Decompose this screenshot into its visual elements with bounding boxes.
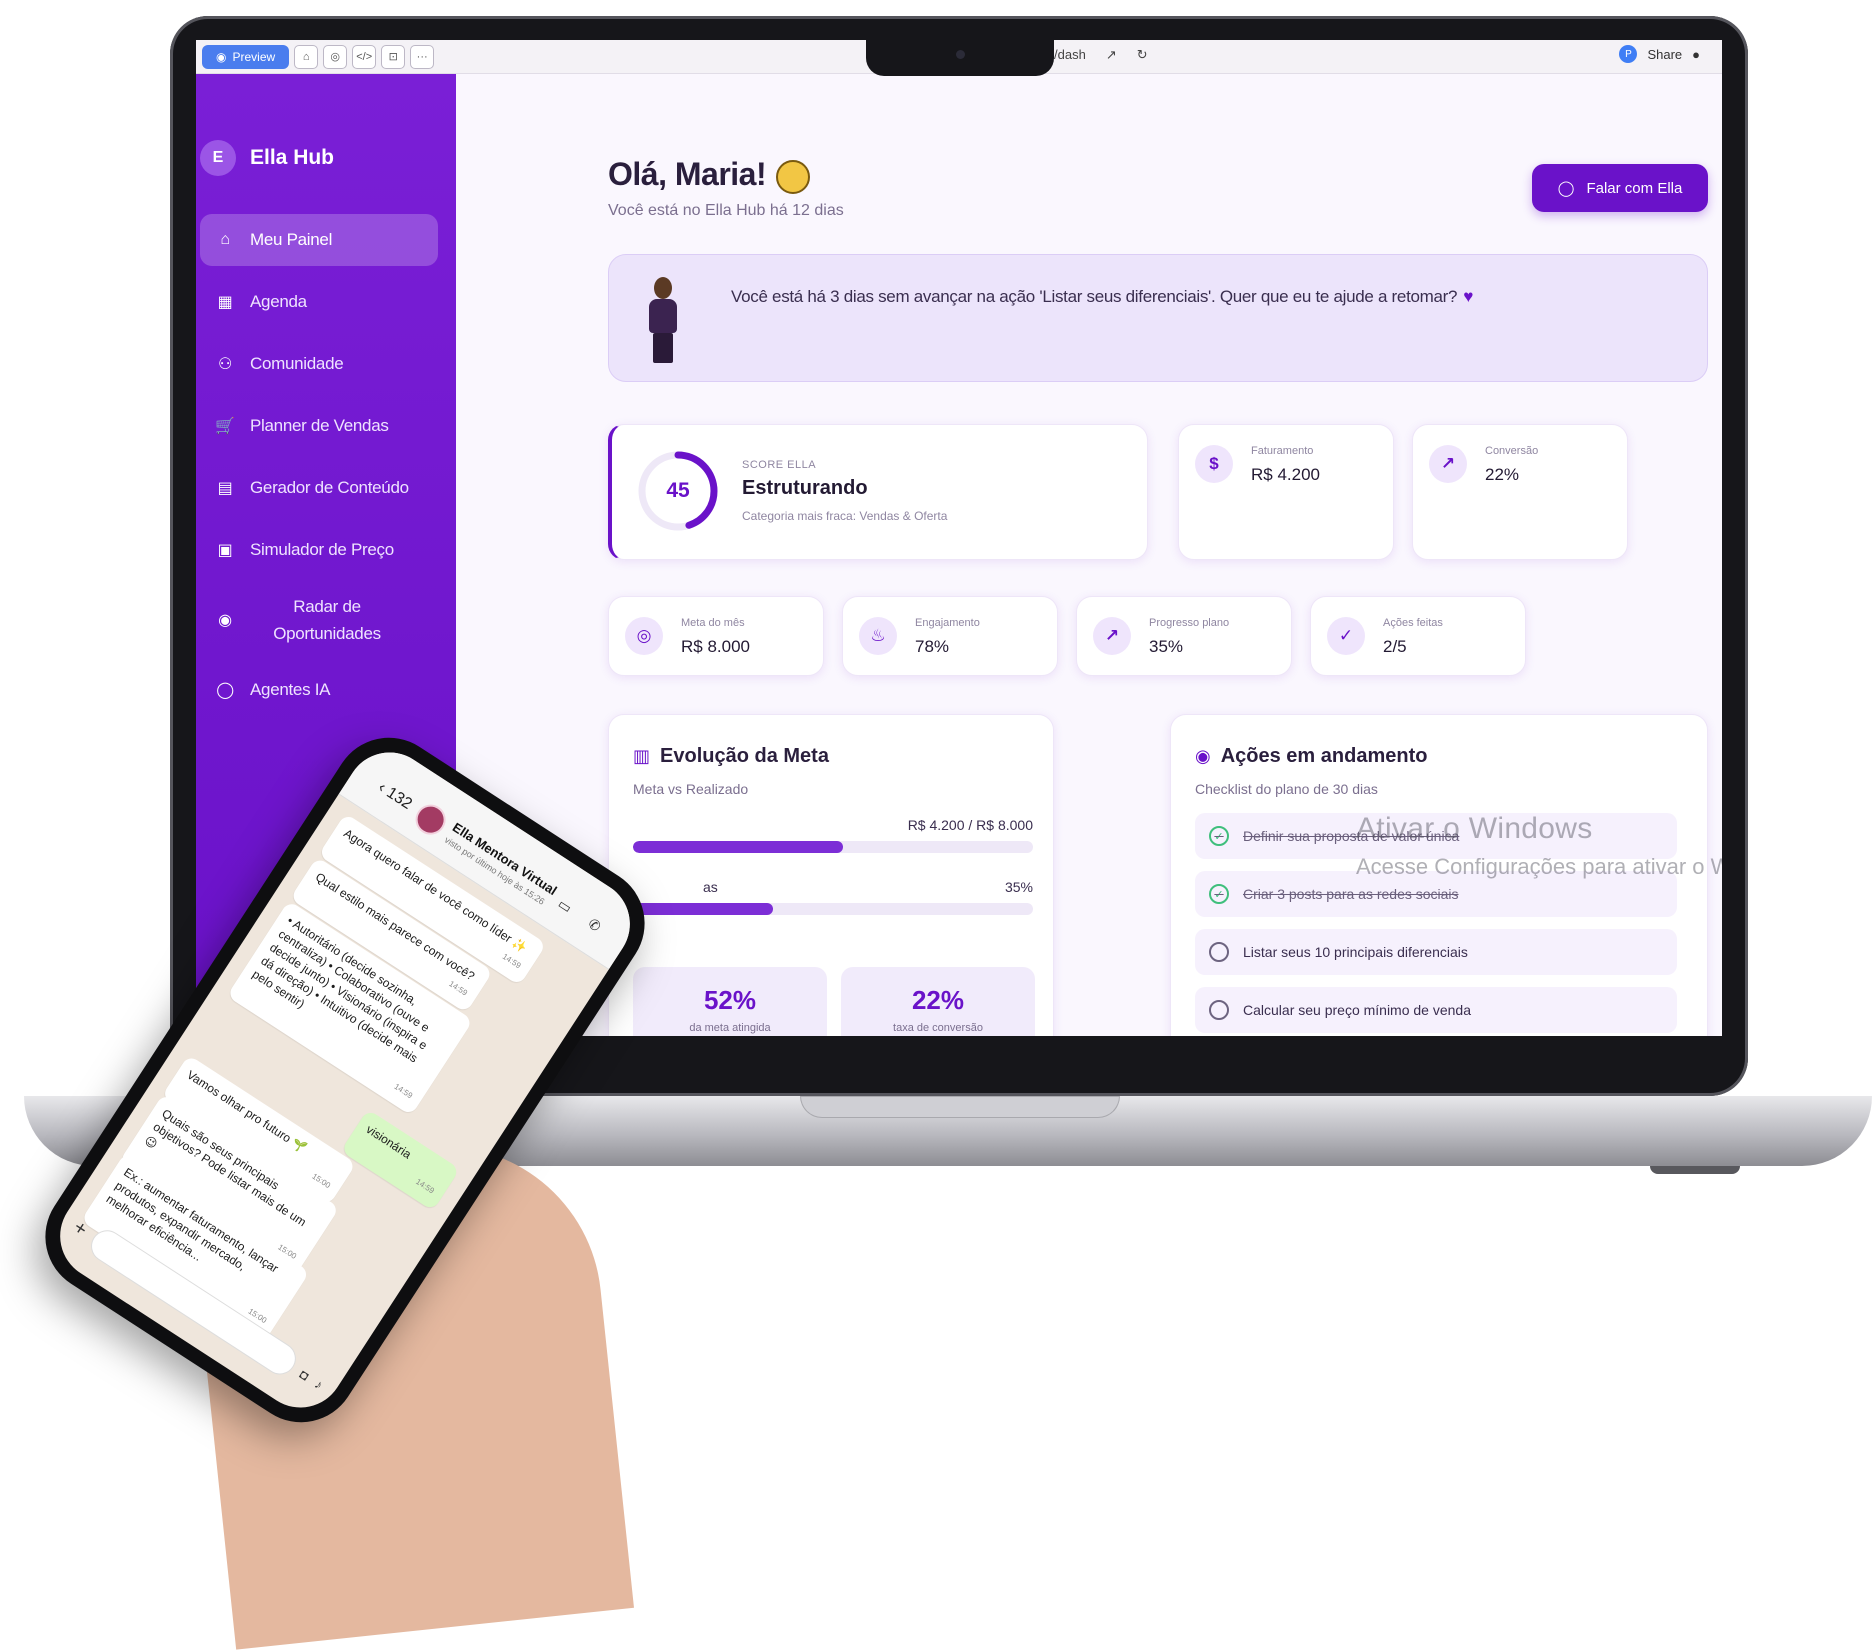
document-icon: ▤: [217, 480, 233, 497]
windows-activation-sub: Acesse Configurações para ativar o W: [1356, 854, 1722, 879]
sidebar-item-simulador[interactable]: ▣ Simulador de Preço: [200, 524, 438, 576]
radar-icon: ◉: [218, 612, 232, 629]
page-title: Olá, Maria!: [608, 156, 811, 194]
chat-icon: ◯: [1557, 180, 1575, 197]
toolbar-home-icon[interactable]: ⌂: [294, 44, 319, 69]
banner-message: Você está há 3 dias sem avançar na ação …: [731, 287, 1473, 306]
score-label: SCORE ELLA: [742, 459, 817, 471]
calendar-icon: ▦: [217, 294, 233, 311]
sidebar-item-gerador[interactable]: ▤ Gerador de Conteúdo: [200, 462, 438, 514]
sidebar-item-planner[interactable]: 🛒 Planner de Vendas: [200, 400, 438, 452]
kpi-taxa-conversao: 22% taxa de conversão: [841, 967, 1035, 1036]
flame-icon: ♨: [859, 617, 897, 655]
calculator-icon: ▣: [217, 542, 233, 559]
stat-card-acoes[interactable]: ✓ Ações feitas 2/5: [1310, 596, 1526, 676]
meta-progress-track: [633, 841, 1033, 853]
microphone-icon[interactable]: ♪: [312, 1376, 326, 1392]
share-button[interactable]: Share: [1647, 47, 1682, 62]
sidebar-item-meu-painel[interactable]: ⌂ Meu Painel: [200, 214, 438, 266]
camera-icon[interactable]: ◘: [297, 1366, 312, 1383]
camera-notch: [866, 40, 1054, 76]
stat-card-engajamento[interactable]: ♨ Engajamento 78%: [842, 596, 1058, 676]
check-icon[interactable]: ✓: [1209, 826, 1229, 846]
refresh-icon[interactable]: ↻: [1137, 47, 1148, 63]
main-content: Olá, Maria! Você está no Ella Hub há 12 …: [456, 74, 1722, 1036]
evolucao-panel: ▥ Evolução da Meta Meta vs Realizado R$ 4…: [608, 714, 1054, 1036]
reminder-banner: Você está há 3 dias sem avançar na ação …: [608, 254, 1708, 382]
contact-avatar[interactable]: [409, 798, 452, 841]
chat-icon: ◯: [216, 682, 234, 699]
acoes-title: ◉ Ações em andamento: [1195, 745, 1428, 767]
preview-button[interactable]: ◉ Preview: [202, 44, 290, 69]
dollar-icon: $: [1195, 445, 1233, 483]
laptop-foot-right: [1650, 1166, 1740, 1174]
sidebar-item-agentes[interactable]: ◯ Agentes IA: [200, 664, 438, 716]
url-fragment[interactable]: /dash ↗ ↻: [1054, 47, 1148, 63]
arrow-up-right-icon: ↗: [1093, 617, 1131, 655]
plano-progress-name: as: [703, 879, 718, 895]
share-area: P Share ●: [1619, 45, 1700, 63]
stat-card-faturamento[interactable]: $ Faturamento R$ 4.200: [1178, 424, 1394, 560]
video-call-icon[interactable]: ▭: [555, 895, 575, 916]
plano-progress-track: [633, 903, 1033, 915]
plano-progress-label: 35%: [1004, 879, 1033, 895]
empty-circle-icon[interactable]: [1209, 942, 1229, 962]
user-avatar[interactable]: P: [1619, 45, 1638, 63]
brand-name: Ella Hub: [250, 146, 335, 169]
evolucao-subtitle: Meta vs Realizado: [633, 781, 749, 797]
brand[interactable]: E Ella Hub: [200, 140, 334, 176]
stat-card-meta[interactable]: ◎ Meta do mês R$ 8.000: [608, 596, 824, 676]
laptop-base-notch: [800, 1096, 1120, 1118]
toolbar-chart-icon[interactable]: ⊡: [381, 44, 406, 69]
open-external-icon[interactable]: ↗: [1106, 47, 1117, 63]
cart-icon: 🛒: [215, 418, 235, 435]
evolucao-title: ▥ Evolução da Meta: [633, 745, 829, 767]
windows-activation-title: Ativar o Windows: [1356, 812, 1593, 845]
score-subtitle: Categoria mais fraca: Vendas & Oferta: [742, 509, 948, 523]
target-icon: ◎: [625, 617, 663, 655]
sidebar-item-agenda[interactable]: ▦ Agenda: [200, 276, 438, 328]
plus-icon[interactable]: +: [69, 1216, 91, 1242]
bar-chart-icon: ▥: [633, 746, 651, 766]
phone-call-icon[interactable]: ✆: [585, 915, 604, 936]
camera-icon: [956, 50, 965, 59]
kpi-meta-atingida: 52% da meta atingida: [633, 967, 827, 1036]
waving-hand-icon: [776, 159, 811, 194]
talk-to-ella-button[interactable]: ◯ Falar com Ella: [1532, 164, 1708, 212]
check-icon[interactable]: ✓: [1209, 884, 1229, 904]
eye-icon: ◉: [216, 49, 227, 64]
chat-message-sent: visionária 14:59: [340, 1109, 461, 1211]
trend-up-icon: ↗: [1429, 445, 1467, 483]
meta-progress-fill: [633, 841, 843, 853]
sidebar-item-comunidade[interactable]: ⚇ Comunidade: [200, 338, 438, 390]
sidebar-nav: ⌂ Meu Painel ▦ Agenda ⚇ Comunidade 🛒 Planner…: [200, 214, 438, 726]
empty-circle-icon[interactable]: [1209, 1000, 1229, 1020]
task-item[interactable]: Calcular seu preço mínimo de venda: [1195, 987, 1677, 1033]
task-item[interactable]: Listar seus 10 principais diferenciais: [1195, 929, 1677, 975]
users-icon: ⚇: [217, 356, 233, 373]
check-circle-icon: ✓: [1327, 617, 1365, 655]
plano-progress-fill: [633, 903, 773, 915]
sidebar-item-radar[interactable]: ◉ Radar de Oportunidades: [200, 586, 438, 654]
score-card[interactable]: 45 SCORE ELLA Estruturando Categoria mai…: [608, 424, 1148, 560]
github-icon[interactable]: ●: [1692, 47, 1700, 62]
acoes-subtitle: Checklist do plano de 30 dias: [1195, 781, 1378, 797]
toolbar-target-icon[interactable]: ◎: [323, 44, 348, 69]
back-button[interactable]: ‹ 132: [375, 779, 415, 814]
toolbar-more-icon[interactable]: ···: [410, 44, 435, 69]
score-title: Estruturando: [742, 477, 868, 499]
stat-card-progresso[interactable]: ↗ Progresso plano 35%: [1076, 596, 1292, 676]
meta-progress-label: R$ 4.200 / R$ 8.000: [907, 817, 1033, 833]
stat-card-conversao[interactable]: ↗ Conversão 22%: [1412, 424, 1628, 560]
brand-logo: E: [200, 140, 236, 176]
toolbar-code-icon[interactable]: </>: [352, 44, 377, 69]
heart-icon: ♥: [1463, 287, 1473, 306]
target-icon: ◉: [1195, 746, 1211, 766]
score-value: 45: [666, 479, 690, 502]
page-subtitle: Você está no Ella Hub há 12 dias: [608, 202, 844, 219]
ella-avatar: [645, 277, 681, 363]
home-icon: ⌂: [220, 231, 230, 248]
